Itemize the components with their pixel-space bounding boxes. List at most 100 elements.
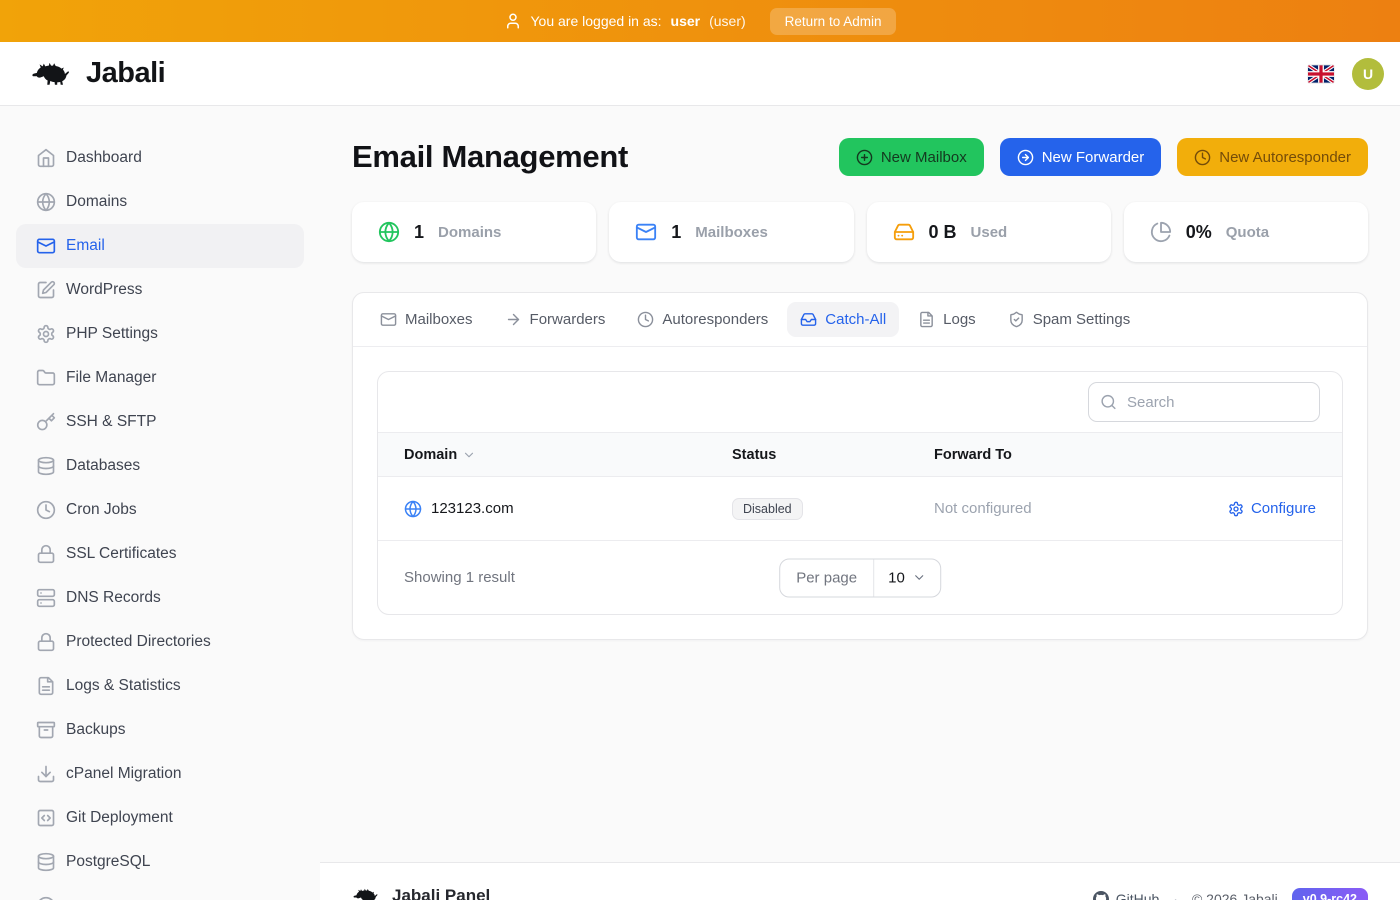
lock-icon (36, 544, 56, 564)
version-badge[interactable]: v0.9-rc42 (1292, 888, 1368, 900)
sidebar-item-label: cPanel Migration (66, 765, 181, 783)
column-header-domain[interactable]: Domain (404, 447, 732, 463)
login-status: You are logged in as: user (user) (504, 12, 746, 30)
login-username: user (671, 13, 701, 29)
circle-icon (36, 896, 56, 900)
user-avatar[interactable]: U (1352, 58, 1384, 90)
column-header-forward-to: Forward To (934, 447, 1316, 463)
search-input[interactable] (1088, 382, 1320, 422)
column-header-status: Status (732, 447, 934, 463)
sidebar-item-label: Databases (66, 457, 140, 475)
sidebar-item-ssl-certificates[interactable]: SSL Certificates (16, 532, 304, 576)
email-panel: Mailboxes Forwarders Autoresponders Catc… (352, 292, 1368, 640)
table-row: 123123.com Disabled Not configured Confi… (378, 477, 1342, 540)
sidebar-item-label: PostgreSQL (66, 853, 150, 871)
clock-icon (1194, 149, 1211, 166)
sidebar-item-backups[interactable]: Backups (16, 708, 304, 752)
sidebar-item-databases[interactable]: Databases (16, 444, 304, 488)
stat-card-used: 0 B Used (867, 202, 1111, 262)
mail-icon (635, 221, 657, 243)
sidebar-item-label: Logs & Statistics (66, 677, 181, 695)
sidebar-item-dashboard[interactable]: Dashboard (16, 136, 304, 180)
circle-arrow-right-icon (1017, 149, 1034, 166)
sidebar-nav: Dashboard Domains Email WordPress PHP Se… (0, 106, 320, 900)
new-mailbox-button[interactable]: New Mailbox (839, 138, 984, 176)
sidebar-item-label: Cron Jobs (66, 501, 137, 519)
sidebar-item-cpanel-migration[interactable]: cPanel Migration (16, 752, 304, 796)
stat-card-mailboxes: 1 Mailboxes (609, 202, 853, 262)
domain-cell: 123123.com (404, 500, 732, 518)
sidebar-item-protected-directories[interactable]: Protected Directories (16, 620, 304, 664)
page-title: Email Management (352, 139, 628, 175)
chevron-down-icon (912, 571, 926, 585)
brand-name: Jabali (86, 57, 165, 90)
configure-link[interactable]: Configure (1228, 500, 1316, 517)
stat-card-quota: 0% Quota (1124, 202, 1368, 262)
tab-catch-all[interactable]: Catch-All (787, 302, 899, 337)
code-square-icon (36, 808, 56, 828)
sidebar-item-domains[interactable]: Domains (16, 180, 304, 224)
sidebar-item-label: Dashboard (66, 149, 142, 167)
tab-logs[interactable]: Logs (905, 302, 989, 337)
stat-label: Quota (1226, 224, 1269, 241)
sidebar-item-git-deployment[interactable]: Git Deployment (16, 796, 304, 840)
tab-spam-settings[interactable]: Spam Settings (995, 302, 1144, 337)
sidebar-item-label: SSH & SFTP (66, 413, 156, 431)
stat-value: 0% (1186, 222, 1212, 243)
sidebar-item-ssh-sftp[interactable]: SSH & SFTP (16, 400, 304, 444)
status-badge: Disabled (732, 498, 803, 520)
uk-flag-icon (1308, 65, 1334, 83)
table-header: Domain Status Forward To (378, 432, 1342, 477)
search-icon (1100, 394, 1117, 411)
github-icon (1093, 891, 1109, 900)
new-autoresponder-button[interactable]: New Autoresponder (1177, 138, 1368, 176)
copyright-text: © 2026 Jabali (1192, 891, 1278, 900)
user-icon (504, 12, 522, 30)
sidebar-item-label: PHP Settings (66, 325, 158, 343)
sidebar-item-dns-records[interactable]: DNS Records (16, 576, 304, 620)
arrow-right-icon (505, 311, 522, 328)
stat-value: 0 B (929, 222, 957, 243)
stat-value: 1 (414, 222, 424, 243)
footer-brand-name: Jabali Panel (392, 886, 490, 900)
github-link[interactable]: GitHub (1093, 891, 1160, 900)
forward-to-value: Not configured (934, 500, 1228, 517)
sidebar-item-cron-jobs[interactable]: Cron Jobs (16, 488, 304, 532)
sidebar-item-php-settings[interactable]: PHP Settings (16, 312, 304, 356)
sidebar-item-partial[interactable] (16, 884, 304, 900)
sidebar-item-postgresql[interactable]: PostgreSQL (16, 840, 304, 884)
sidebar-item-label: File Manager (66, 369, 156, 387)
results-count: Showing 1 result (404, 569, 515, 586)
inbox-icon (800, 311, 817, 328)
sidebar-item-wordpress[interactable]: WordPress (16, 268, 304, 312)
sidebar-item-email[interactable]: Email (16, 224, 304, 268)
lock-icon (36, 632, 56, 652)
tab-autoresponders[interactable]: Autoresponders (624, 302, 781, 337)
per-page-control: Per page 10 (779, 558, 941, 597)
stat-value: 1 (671, 222, 681, 243)
brand-logo[interactable]: Jabali (30, 57, 165, 91)
sidebar-item-logs-statistics[interactable]: Logs & Statistics (16, 664, 304, 708)
clock-icon (36, 500, 56, 520)
globe-icon (404, 500, 422, 518)
impersonation-bar: You are logged in as: user (user) Return… (0, 0, 1400, 42)
login-role: (user) (709, 13, 746, 29)
download-icon (36, 764, 56, 784)
language-flag-icon[interactable] (1308, 65, 1334, 83)
mail-icon (380, 311, 397, 328)
sidebar-item-label: SSL Certificates (66, 545, 177, 563)
email-tabs: Mailboxes Forwarders Autoresponders Catc… (353, 293, 1367, 347)
tab-forwarders[interactable]: Forwarders (492, 302, 619, 337)
globe-icon (378, 221, 400, 243)
chevron-down-icon (462, 448, 476, 462)
per-page-select[interactable]: 10 (873, 559, 940, 596)
return-to-admin-button[interactable]: Return to Admin (770, 8, 897, 35)
pie-chart-icon (1150, 221, 1172, 243)
tab-mailboxes[interactable]: Mailboxes (367, 302, 486, 337)
sidebar-item-label: Git Deployment (66, 809, 173, 827)
table-footer: Showing 1 result Per page 10 (378, 540, 1342, 614)
sidebar-item-label: Email (66, 237, 105, 255)
sidebar-item-file-manager[interactable]: File Manager (16, 356, 304, 400)
per-page-label: Per page (780, 559, 873, 596)
new-forwarder-button[interactable]: New Forwarder (1000, 138, 1162, 176)
